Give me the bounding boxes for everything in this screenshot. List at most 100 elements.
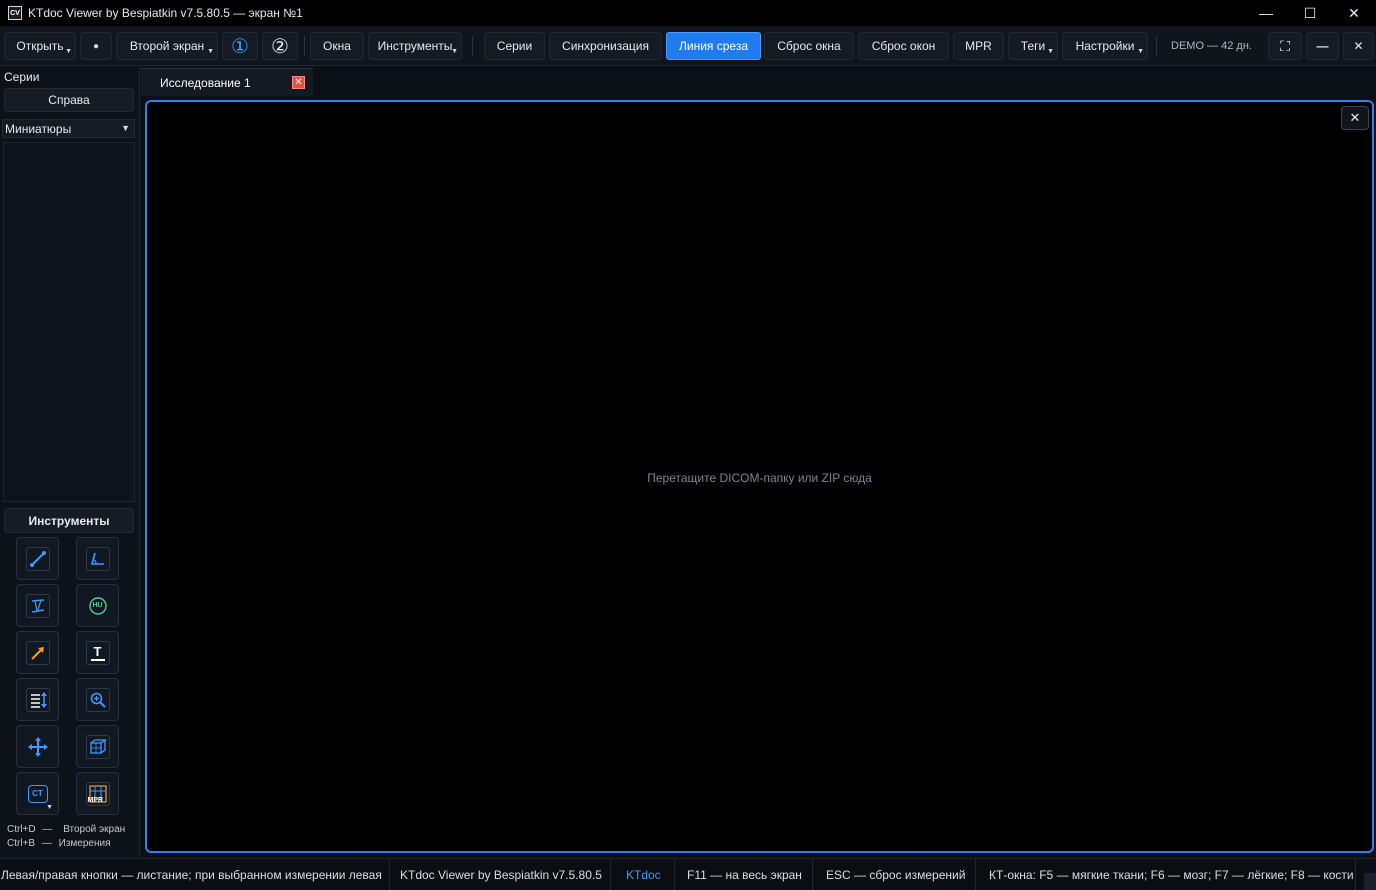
zoom-icon: [85, 687, 110, 712]
tags-label: Теги: [1020, 39, 1046, 53]
demo-status-label: DEMO — 42 дн.: [1171, 40, 1252, 52]
thumbnail-view-value: Миниатюры: [5, 121, 72, 136]
window-close-button[interactable]: ✕: [1331, 0, 1376, 26]
hu-density-text: HU: [92, 602, 103, 609]
hint-separator: —: [41, 838, 52, 849]
record-button[interactable]: ●: [80, 32, 112, 60]
text-annotation-icon: T: [85, 640, 110, 665]
fullscreen-icon: ⛶: [1280, 37, 1290, 54]
status-ct-windows-hint: КТ-окна: F5 — мягкие ткани; F6 — мозг; F…: [976, 859, 1356, 890]
mpr-grid-text: MPR: [87, 796, 104, 804]
tool-ct-window[interactable]: CT ▼: [16, 772, 59, 815]
text-annotation-glyph: T: [93, 643, 102, 659]
toolbar-divider: [472, 36, 473, 56]
tool-3d-cube[interactable]: [76, 725, 119, 768]
series-panel-title: Серии: [4, 70, 40, 84]
chevron-down-icon: ▼: [1137, 48, 1144, 55]
hint-key: Ctrl+D: [7, 824, 36, 835]
tags-button[interactable]: Теги ▼: [1008, 32, 1058, 60]
window-title: KTdoc Viewer by Bespiatkin v7.5.80.5 — э…: [28, 6, 303, 20]
tool-pan[interactable]: [16, 725, 59, 768]
hu-density-icon: HU: [86, 594, 110, 618]
pan-icon: [26, 735, 50, 759]
tool-angle[interactable]: [76, 537, 119, 580]
chevron-down-icon: ▼: [65, 48, 72, 55]
status-fullscreen-hint: F11 — на весь экран: [675, 859, 813, 890]
3d-cube-icon: [85, 734, 110, 759]
fullscreen-button[interactable]: ⛶: [1268, 32, 1302, 60]
tools-panel-header[interactable]: Инструменты: [4, 508, 134, 533]
window-maximize-button[interactable]: ☐: [1287, 0, 1333, 26]
slice-line-button[interactable]: Линия среза: [666, 32, 761, 60]
window-minimize-button[interactable]: —: [1243, 0, 1289, 26]
line-measure-icon: [25, 546, 50, 571]
shortcut-hint-measurements: Ctrl+B — Измерения: [7, 838, 110, 849]
image-viewport[interactable]: ✕ Перетащите DICOM-папку или ZIP сюда: [145, 100, 1374, 853]
tool-zoom[interactable]: [76, 678, 119, 721]
sync-label: Синхронизация: [562, 39, 649, 53]
hint-separator: —: [42, 824, 53, 835]
reset-window-label: Сброс окна: [777, 39, 841, 53]
arrow-annotation-icon: [25, 640, 50, 665]
screen-2-button[interactable]: ②: [262, 32, 298, 60]
angle-icon: [85, 546, 110, 571]
tool-arrow-annotation[interactable]: [16, 631, 59, 674]
reset-windows-button[interactable]: Сброс окон: [858, 32, 949, 60]
viewport-close-button[interactable]: ✕: [1341, 106, 1369, 130]
settings-button[interactable]: Настройки ▼: [1062, 32, 1148, 60]
mpr-label: MPR: [965, 39, 992, 53]
toolbar-divider: [304, 36, 305, 56]
mpr-button[interactable]: MPR: [953, 32, 1004, 60]
panel-position-button[interactable]: Справа: [4, 88, 134, 112]
open-button[interactable]: Открыть ▼: [4, 32, 76, 60]
underline-mark: [90, 658, 105, 661]
hint-action: Второй экран: [63, 824, 126, 835]
cobb-angle-icon: [25, 593, 50, 618]
thumbnail-view-select[interactable]: Миниатюры ▼: [2, 119, 135, 138]
second-screen-label: Второй экран: [129, 39, 205, 53]
slice-line-label: Линия среза: [679, 39, 748, 53]
ct-window-text: CT: [32, 789, 43, 798]
mpr-grid-icon: MPR: [85, 781, 110, 806]
sync-button[interactable]: Синхронизация: [549, 32, 662, 60]
main-toolbar: Открыть ▼ ● Второй экран ▼ ① ② Окна Инст…: [0, 26, 1376, 66]
minimize-icon: —: [1316, 39, 1329, 53]
hint-key: Ctrl+B: [7, 838, 36, 849]
series-button[interactable]: Серии: [484, 32, 545, 60]
shortcut-hint-second-screen: Ctrl+D — Второй экран: [7, 824, 125, 835]
app-close-button[interactable]: ✕: [1343, 32, 1374, 60]
reset-window-button[interactable]: Сброс окна: [764, 32, 854, 60]
tools-menu-label: Инструменты: [377, 39, 453, 53]
settings-label: Настройки: [1075, 39, 1135, 53]
status-esc-hint: ESC — сброс измерений: [813, 859, 976, 890]
tool-scroll-slices[interactable]: [16, 678, 59, 721]
tool-hu-density[interactable]: HU: [76, 584, 119, 627]
record-icon: ●: [92, 40, 100, 52]
tool-text-annotation[interactable]: T: [76, 631, 119, 674]
tool-line-measure[interactable]: [16, 537, 59, 580]
chevron-down-icon: ▼: [46, 804, 53, 811]
status-version: KTdoc Viewer by Bespiatkin v7.5.80.5: [390, 859, 611, 890]
study-tab-bar: Исследование 1 ✕: [141, 66, 1376, 96]
tools-menu-button[interactable]: Инструменты ▼: [368, 32, 462, 60]
series-thumbnails-list[interactable]: [3, 142, 135, 502]
tab-study-label: Исследование 1: [160, 75, 251, 90]
windows-label: Окна: [323, 39, 351, 53]
series-label: Серии: [496, 39, 533, 53]
screen-1-button[interactable]: ①: [222, 32, 258, 60]
chevron-down-icon: ▼: [207, 48, 214, 55]
tab-study-1[interactable]: Исследование 1 ✕: [141, 68, 313, 96]
second-screen-button[interactable]: Второй экран ▼: [116, 32, 218, 60]
windows-button[interactable]: Окна: [310, 32, 364, 60]
status-resize-grip[interactable]: [1364, 873, 1376, 890]
close-icon: ✕: [1353, 39, 1364, 53]
status-bar: Левая/правая кнопки — листание; при выбр…: [0, 858, 1376, 890]
tab-close-icon[interactable]: ✕: [292, 76, 305, 89]
chevron-down-icon: ▼: [451, 48, 458, 55]
tool-cobb-angle[interactable]: [16, 584, 59, 627]
toolbar-divider: [1156, 36, 1157, 56]
tool-mpr-grid[interactable]: MPR: [76, 772, 119, 815]
reset-windows-label: Сброс окон: [871, 39, 936, 53]
app-minimize-button[interactable]: —: [1306, 32, 1339, 60]
chevron-down-icon: ▼: [121, 123, 130, 133]
